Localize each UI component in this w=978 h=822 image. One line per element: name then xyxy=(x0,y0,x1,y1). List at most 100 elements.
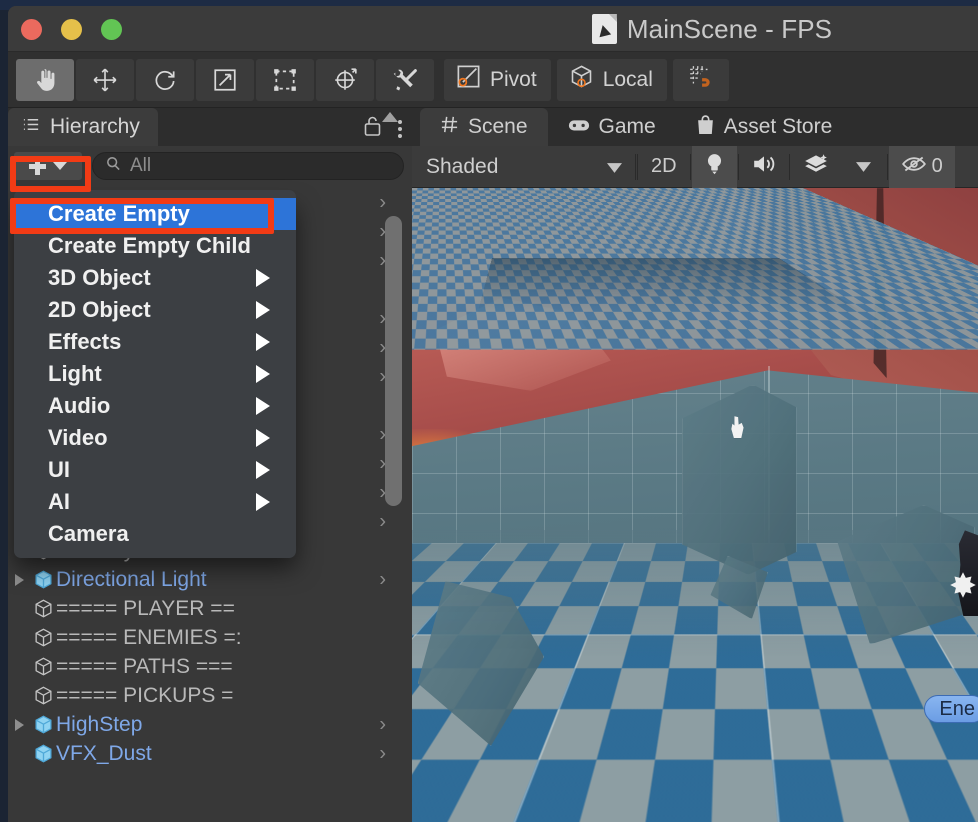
scale-icon xyxy=(212,67,238,93)
wrench-screwdriver-icon xyxy=(392,67,418,93)
submenu-arrow-icon xyxy=(256,365,270,383)
tab-hierarchy[interactable]: Hierarchy xyxy=(8,108,158,146)
pivot-icon xyxy=(455,63,482,96)
unity-scene-file-icon xyxy=(591,14,617,44)
level-block[interactable] xyxy=(681,384,797,575)
hidden-objects-button[interactable]: 0 xyxy=(888,145,955,188)
enemy-object-label[interactable]: Ene xyxy=(924,695,978,724)
menu-item[interactable]: Create Empty Child xyxy=(14,230,296,262)
menu-item-label: Effects xyxy=(48,329,122,354)
menu-item[interactable]: Video xyxy=(14,422,296,454)
plus-icon xyxy=(29,157,46,175)
divider xyxy=(788,153,790,180)
prefab-cube-icon xyxy=(30,714,56,735)
rect-transform-icon xyxy=(272,67,298,93)
toggle-scene-audio-button[interactable] xyxy=(740,146,788,188)
tab-game[interactable]: Game xyxy=(548,108,676,146)
menu-item[interactable]: 3D Object xyxy=(14,262,296,294)
rect-transform-tool-button[interactable] xyxy=(256,58,314,101)
draw-mode-dropdown[interactable]: Shaded xyxy=(412,146,634,188)
rotate-tool-button[interactable] xyxy=(136,58,194,101)
submenu-arrow-icon xyxy=(256,269,270,287)
eye-off-icon xyxy=(901,154,927,180)
hierarchy-row[interactable]: ===== ENEMIES =: xyxy=(8,623,412,652)
hierarchy-row[interactable]: HighStep › xyxy=(8,710,412,739)
tab-asset-store[interactable]: Asset Store xyxy=(676,108,853,146)
hierarchy-row[interactable]: VFX_Dust › xyxy=(8,739,412,768)
handle-rotation-button[interactable]: Local xyxy=(556,58,667,101)
search-icon xyxy=(105,155,122,178)
prefab-open-chevron-icon[interactable]: › xyxy=(379,742,386,765)
tab-scene[interactable]: Scene xyxy=(420,108,548,146)
enemy-label-text: Ene xyxy=(939,697,975,720)
custom-editor-tool-button[interactable] xyxy=(376,58,434,101)
hierarchy-row-label: ===== PLAYER == xyxy=(56,596,235,620)
hand-tool-button[interactable] xyxy=(16,58,74,101)
scale-tool-button[interactable] xyxy=(196,58,254,101)
transform-tool-button[interactable] xyxy=(316,58,374,101)
unity-editor-screenshot: MainScene - FPS Pivot Local Hierarchy Al… xyxy=(0,0,978,822)
expand-arrow-icon[interactable] xyxy=(8,573,30,586)
expand-arrow-icon[interactable] xyxy=(8,718,30,731)
hierarchy-row[interactable]: ===== PATHS === xyxy=(8,652,412,681)
add-gameobject-button[interactable] xyxy=(14,152,82,180)
menu-item[interactable]: Light xyxy=(14,358,296,390)
prefab-open-chevron-icon[interactable]: › xyxy=(379,568,386,591)
hierarchy-tabbar: Hierarchy xyxy=(8,108,412,146)
scene-fx-dropdown[interactable] xyxy=(842,146,886,188)
pivot-mode-button[interactable]: Pivot xyxy=(444,58,551,101)
toggle-scene-lighting-button[interactable] xyxy=(691,145,737,188)
grid-snapping-button[interactable] xyxy=(672,58,729,101)
menu-item[interactable]: UI xyxy=(14,454,296,486)
hierarchy-search-input[interactable]: All xyxy=(92,152,404,180)
rotate-icon xyxy=(152,67,178,93)
transform-icon xyxy=(332,67,358,93)
hierarchy-search-placeholder: All xyxy=(130,155,152,176)
hierarchy-row[interactable]: ===== PLAYER == xyxy=(8,594,412,623)
divider xyxy=(737,153,739,180)
submenu-arrow-icon xyxy=(256,301,270,319)
scene-view-tabs: Scene Game Asset Store xyxy=(412,108,978,146)
prefab-open-chevron-icon[interactable]: › xyxy=(379,713,386,736)
menu-item-label: Audio xyxy=(48,393,111,418)
enemy-gizmo-icon[interactable] xyxy=(946,568,978,602)
prefab-open-chevron-icon[interactable]: › xyxy=(379,191,386,214)
hierarchy-row-label: ===== ENEMIES =: xyxy=(56,625,242,649)
menu-item[interactable]: Effects xyxy=(14,326,296,358)
submenu-arrow-icon xyxy=(256,429,270,447)
scrollbar-thumb[interactable] xyxy=(385,216,402,506)
menu-item-label: 3D Object xyxy=(48,265,151,290)
menu-item[interactable]: Create Empty xyxy=(14,198,296,230)
gameobject-cube-icon xyxy=(30,685,56,706)
gamepad-icon xyxy=(568,115,590,139)
window-title-group: MainScene - FPS xyxy=(8,6,978,52)
effects-layers-icon xyxy=(803,153,829,181)
hierarchy-row[interactable]: Directional Light › xyxy=(8,565,412,594)
tab-hierarchy-label: Hierarchy xyxy=(50,115,140,138)
menu-item[interactable]: AI xyxy=(14,486,296,518)
shopping-bag-icon xyxy=(696,114,715,141)
menu-item[interactable]: 2D Object xyxy=(14,294,296,326)
hierarchy-toolbar: All xyxy=(8,146,412,186)
scene-fx-button[interactable] xyxy=(791,146,841,188)
menu-item[interactable]: Audio xyxy=(14,390,296,422)
grid-snap-icon xyxy=(688,64,714,95)
create-gameobject-context-menu[interactable]: Create Empty Create Empty Child 3D Object 2… xyxy=(14,190,296,558)
prefab-open-chevron-icon[interactable]: › xyxy=(379,510,386,533)
chevron-down-icon xyxy=(53,162,67,170)
gameobject-cube-icon xyxy=(30,656,56,677)
hierarchy-scrollbar[interactable] xyxy=(382,108,406,822)
transform-tools-group xyxy=(16,58,434,101)
window-title: MainScene - FPS xyxy=(626,13,833,44)
move-tool-button[interactable] xyxy=(76,58,134,101)
hierarchy-row[interactable]: ===== PICKUPS = xyxy=(8,681,412,710)
divider xyxy=(886,153,888,180)
menu-item[interactable]: Camera xyxy=(14,518,296,550)
scroll-up-arrow-icon[interactable] xyxy=(382,112,398,122)
toggle-2d-button[interactable]: 2D xyxy=(639,146,689,188)
lock-open-icon[interactable] xyxy=(363,115,382,142)
gameobject-cube-icon xyxy=(30,627,56,648)
menu-item-label: AI xyxy=(48,489,70,514)
scene-viewport[interactable]: Ene xyxy=(412,188,978,822)
menu-item-label: Light xyxy=(48,361,102,386)
